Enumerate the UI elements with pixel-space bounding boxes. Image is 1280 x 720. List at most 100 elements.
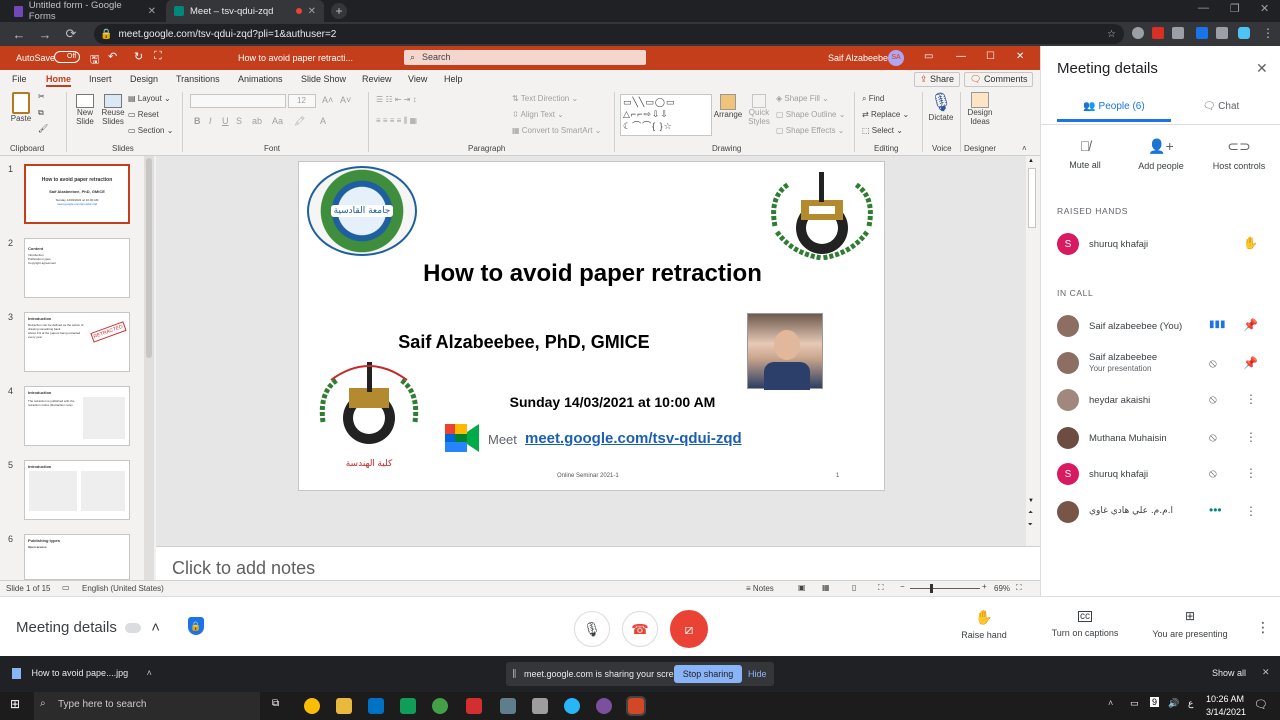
close-tab-icon[interactable]: ✕ (148, 6, 156, 17)
meeting-details-toggle[interactable]: Meeting details ˄ (16, 619, 160, 636)
copy-icon[interactable]: ⧉ (38, 108, 44, 118)
user-avatar[interactable]: SA (888, 50, 904, 66)
slide-thumbnail[interactable]: Introduction Retraction can be defined a… (24, 312, 130, 372)
maximize-icon[interactable]: ❐ (1230, 2, 1240, 15)
hide-button[interactable]: Hide (748, 669, 767, 679)
volume-icon[interactable]: 🔊 (1168, 698, 1179, 709)
ppt-search-box[interactable]: ⌕ Search (404, 50, 646, 65)
chevron-up-icon[interactable]: ˄ (147, 668, 152, 678)
app-icon[interactable] (500, 698, 516, 714)
puzzle-icon[interactable] (1216, 27, 1228, 39)
font-family-select[interactable] (190, 94, 286, 108)
camera-off-button[interactable]: ⧄ (670, 610, 708, 648)
raised-hand-icon[interactable]: ✋ (1243, 236, 1258, 250)
menu-insert[interactable]: Insert (89, 74, 112, 84)
bold-icon[interactable]: B (194, 116, 201, 126)
more-options-icon[interactable]: ⋮ (1245, 504, 1257, 518)
clock-date[interactable]: 3/14/2021 (1206, 707, 1246, 717)
microphone-button[interactable]: 🎙 (574, 611, 610, 647)
taskbar-search-box[interactable]: ⌕ Type here to search (34, 692, 260, 720)
browser-tab-forms[interactable]: Untitled form - Google Forms ✕ (6, 0, 164, 22)
more-options-icon[interactable]: ⋮ (1245, 430, 1257, 444)
raise-hand-button[interactable]: ✋ Raise hand (944, 609, 1024, 640)
autosave-toggle[interactable]: Off (54, 51, 80, 63)
extension-icon[interactable] (1172, 27, 1184, 39)
mute-all-button[interactable]: 🎙̸ Mute all (1055, 138, 1115, 170)
pin-icon[interactable]: 📌 (1243, 318, 1258, 332)
menu-animations[interactable]: Animations (238, 74, 283, 84)
italic-icon[interactable]: I (209, 116, 212, 126)
windows-start-icon[interactable]: ⊞ (10, 697, 20, 711)
notes-pane[interactable]: Click to add notes (156, 546, 1040, 580)
scroll-thumb[interactable] (1028, 168, 1036, 228)
reload-icon[interactable]: ⟳ (64, 26, 78, 42)
user-name[interactable]: Saif Alzabeebee (828, 53, 893, 63)
font-color-icon[interactable]: A (320, 116, 326, 126)
arrange-button[interactable]: Arrange (712, 94, 744, 119)
more-options-icon[interactable]: ⋮ (1245, 466, 1257, 480)
menu-design[interactable]: Design (130, 74, 158, 84)
tray-chevron-icon[interactable]: ˄ (1108, 698, 1113, 708)
zoom-in-icon[interactable]: + (982, 582, 987, 591)
fit-slide-icon[interactable]: ⛶ (1016, 583, 1022, 593)
slide-canvas[interactable]: جامعة القادسية How to avoid paper retrac… (298, 161, 885, 491)
app-icon[interactable] (466, 698, 482, 714)
add-people-button[interactable]: 👤+ Add people (1129, 138, 1193, 171)
shrink-font-icon[interactable]: A˅ (340, 95, 351, 105)
normal-view-icon[interactable]: ▣ (798, 583, 806, 592)
notes-button[interactable]: ≡ Notes (746, 584, 774, 593)
collapse-ribbon-icon[interactable]: ˄ (1022, 144, 1027, 153)
new-tab-button[interactable]: + (331, 3, 347, 19)
maximize-icon[interactable]: ☐ (986, 51, 995, 62)
menu-slideshow[interactable]: Slide Show (301, 74, 346, 84)
scroll-down-icon[interactable]: ▼ (1028, 498, 1034, 504)
slide-thumbnail[interactable]: Content Introduction Publication types C… (24, 238, 130, 298)
slide-thumbnail[interactable]: How to avoid paper retraction Saif Alzab… (24, 164, 130, 224)
close-window-icon[interactable]: ✕ (1260, 2, 1269, 15)
select-button[interactable]: ⬚ Select ⌄ (862, 126, 903, 135)
back-icon[interactable]: ← (12, 27, 26, 42)
language-status[interactable]: English (United States) (82, 584, 164, 593)
grow-font-icon[interactable]: A˄ (322, 95, 333, 105)
font-size-select[interactable]: 12 (288, 94, 316, 108)
case-icon[interactable]: Aa (272, 116, 283, 126)
close-tab-icon[interactable]: ✕ (308, 6, 316, 17)
slideshow-icon[interactable]: ⛶ (878, 583, 884, 593)
app-icon[interactable] (400, 698, 416, 714)
notification-count[interactable]: 9 (1150, 697, 1160, 707)
chrome-taskbar-icon[interactable] (304, 698, 320, 714)
zoom-level[interactable]: 69% (994, 584, 1010, 593)
app-icon[interactable] (532, 698, 548, 714)
shapes-gallery[interactable]: ▭╲╲▭◯▭ △⌐⌐⇨⇩⇩ ☾⌒⌒{ }☆ (620, 94, 712, 136)
editor-scrollbar[interactable]: ▲ ▼ ⏶ ⏷ (1026, 156, 1040, 546)
accessibility-icon[interactable]: ▭ (62, 583, 70, 592)
layout-button[interactable]: ▤ Layout ⌄ (128, 94, 171, 103)
security-shield-icon[interactable]: 🔒 (188, 617, 204, 635)
stop-sharing-button[interactable]: Stop sharing (674, 665, 742, 683)
design-ideas-button[interactable]: Design Ideas (962, 92, 998, 126)
close-icon[interactable]: ✕ (1016, 51, 1024, 62)
profile-icon[interactable] (1238, 27, 1250, 39)
task-view-icon[interactable]: ⧉ (272, 698, 279, 709)
show-all-button[interactable]: Show all (1212, 668, 1246, 678)
next-slide-icon[interactable]: ⏷ (1028, 522, 1033, 529)
strikethrough-icon[interactable]: S (236, 116, 242, 126)
save-icon[interactable]: 🖫 (90, 51, 99, 70)
more-options-icon[interactable]: ⋮ (1245, 392, 1257, 406)
extension-icon[interactable] (1196, 27, 1208, 39)
menu-home[interactable]: Home (46, 74, 72, 87)
presenting-button[interactable]: ⊞ You are presenting (1142, 609, 1238, 639)
zoom-slider[interactable] (910, 584, 980, 593)
viber-icon[interactable] (596, 698, 612, 714)
slide-thumbnail[interactable]: Introduction The retraction is published… (24, 386, 130, 446)
zoom-out-icon[interactable]: − (900, 582, 905, 591)
leave-call-button[interactable]: ☎ (622, 611, 658, 647)
host-controls-button[interactable]: ⊂⊃ Host controls (1205, 138, 1273, 171)
underline-icon[interactable]: U (222, 116, 229, 126)
spacing-icon[interactable]: ab (252, 116, 262, 126)
format-painter-icon[interactable]: 🖌 (38, 124, 48, 133)
reset-button[interactable]: ▭ Reset (128, 110, 159, 119)
menu-review[interactable]: Review (362, 74, 392, 84)
undo-icon[interactable]: ↶ (108, 50, 117, 63)
reuse-slides-button[interactable]: Reuse Slides (100, 94, 126, 126)
